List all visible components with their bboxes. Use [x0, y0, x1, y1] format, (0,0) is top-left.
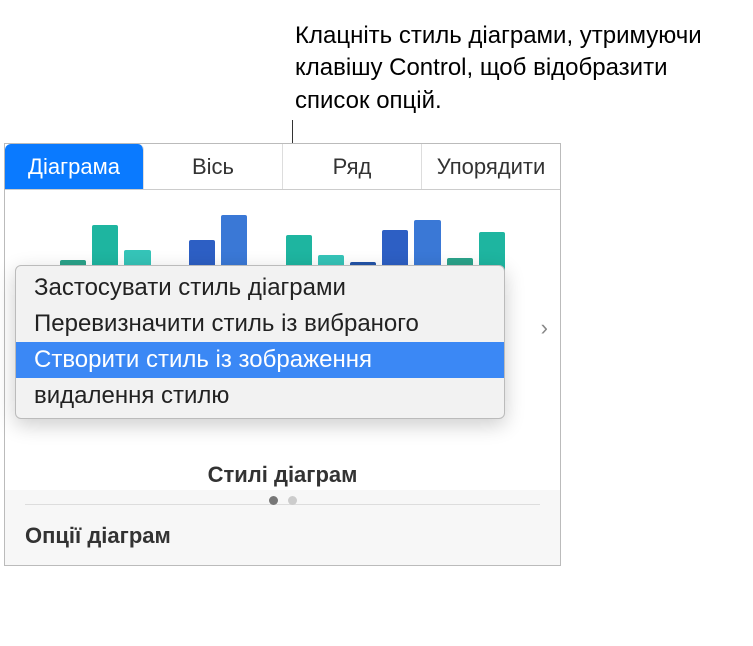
carousel-next-icon[interactable]: ›: [541, 315, 548, 341]
tab-axis[interactable]: Вісь: [144, 144, 283, 189]
callout-text: Клацніть стиль діаграми, утримуючи клаві…: [295, 20, 725, 117]
tab-chart[interactable]: Діаграма: [5, 144, 144, 189]
menu-apply-style[interactable]: Застосувати стиль діаграми: [16, 270, 504, 306]
inspector-panel: Діаграма Вісь Ряд Упорядити ‹ › Застосув…: [4, 143, 561, 566]
chart-options-label: Опції діаграм: [5, 505, 560, 565]
page-dots: [45, 496, 520, 505]
chart-styles-carousel: ‹ › Застосувати стиль діаграми Перевизна…: [5, 190, 560, 490]
menu-create-style[interactable]: Створити стиль із зображення: [16, 342, 504, 378]
tab-series[interactable]: Ряд: [283, 144, 422, 189]
menu-redefine-style[interactable]: Перевизначити стиль із вибраного: [16, 306, 504, 342]
chart-styles-label: Стилі діаграм: [45, 462, 520, 488]
page-dot-1[interactable]: [269, 496, 278, 505]
tab-arrange[interactable]: Упорядити: [422, 144, 560, 189]
page-dot-2[interactable]: [288, 496, 297, 505]
menu-delete-style[interactable]: видалення стилю: [16, 378, 504, 414]
tab-bar: Діаграма Вісь Ряд Упорядити: [5, 144, 560, 190]
context-menu: Застосувати стиль діаграми Перевизначити…: [15, 265, 505, 419]
